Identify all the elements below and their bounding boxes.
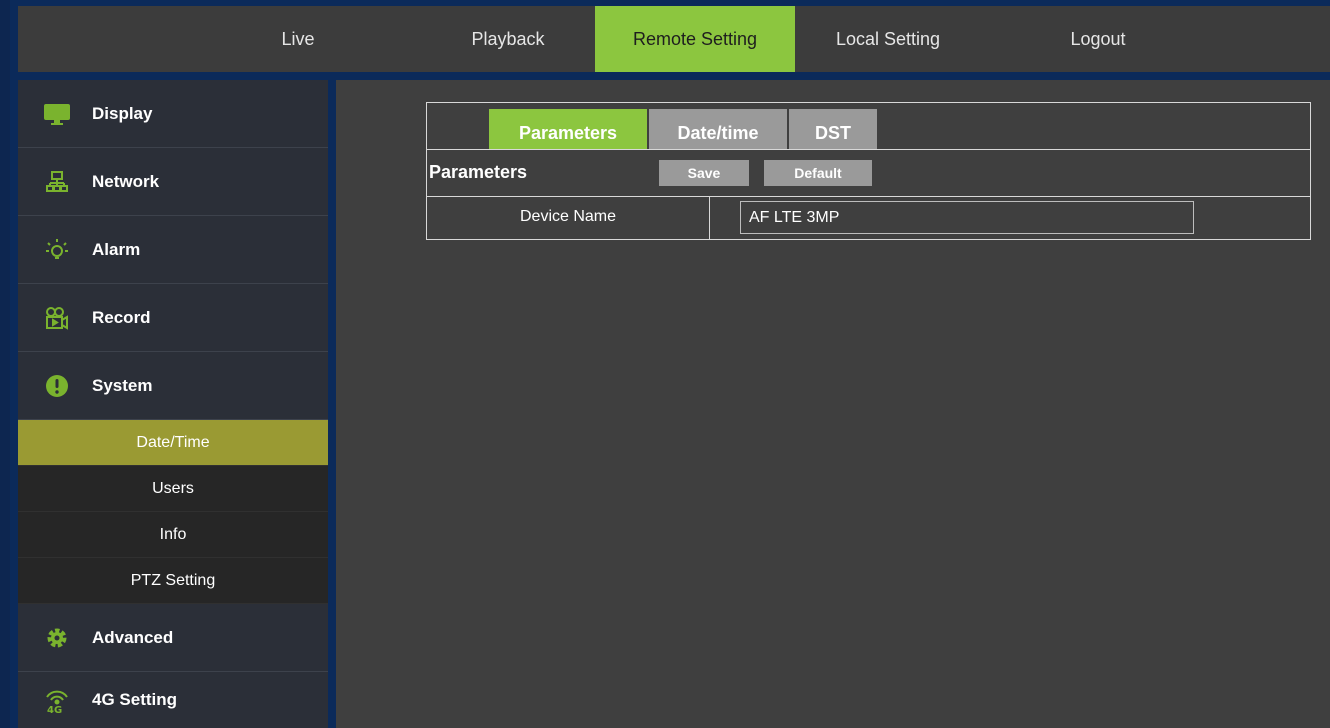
device-name-row: Device Name [427,197,1310,239]
sidebar-item-advanced[interactable]: Advanced [18,604,328,672]
nav-playback[interactable]: Playback [428,6,588,72]
sidebar-item-alarm[interactable]: Alarm [18,216,328,284]
network-icon [42,167,72,197]
nav-remote-setting[interactable]: Remote Setting [595,6,795,72]
svg-text:4G: 4G [47,705,62,714]
section-header: Parameters Save Default [427,150,1310,197]
sidebar-item-label: Advanced [92,627,174,647]
tab-parameters[interactable]: Parameters [489,109,647,149]
exclamation-icon [42,371,72,401]
save-button[interactable]: Save [659,160,749,186]
sidebar-item-4g-setting[interactable]: 4G 4G Setting [18,672,328,728]
sidebar-item-label: Network [92,171,160,191]
monitor-icon [42,99,72,129]
header-divider [18,72,1330,80]
tab-bar: Parameters Date/time DST [427,103,1310,150]
section-title: Parameters [429,162,528,182]
sidebar-item-display[interactable]: Display [18,80,328,148]
tab-dst[interactable]: DST [789,109,877,149]
sidebar-item-label: 4G Setting [92,690,178,709]
main-content: Parameters Date/time DST Parameters Save… [336,80,1330,728]
sidebar-item-record[interactable]: Record [18,284,328,352]
nav-local-setting[interactable]: Local Setting [808,6,968,72]
sidebar-item-network[interactable]: Network [18,148,328,216]
sidebar-item-system[interactable]: System [18,352,328,420]
device-name-label: Device Name [427,197,710,239]
sidebar-subitem-users[interactable]: Users [18,466,328,512]
sidebar-item-label: System [92,375,153,395]
settings-panel: Parameters Date/time DST Parameters Save… [426,102,1311,240]
camera-icon [42,303,72,333]
sidebar-divider [328,80,336,728]
sidebar-subitem-ptz-setting[interactable]: PTZ Setting [18,558,328,604]
device-name-input[interactable] [740,201,1194,234]
gear-icon [42,623,72,653]
sidebar-item-label: Record [92,307,151,327]
default-button[interactable]: Default [764,160,872,186]
sidebar-item-label: Display [92,103,153,123]
sidebar-subitem-info[interactable]: Info [18,512,328,558]
sidebar-item-label: Alarm [92,239,141,259]
4g-signal-icon: 4G [42,685,72,715]
sidebar-subitem-date-time[interactable]: Date/Time [18,420,328,466]
bulb-icon [42,235,72,265]
nav-logout[interactable]: Logout [1028,6,1168,72]
tab-date-time[interactable]: Date/time [649,109,787,149]
top-navigation: Live Playback Remote Setting Local Setti… [18,6,1330,72]
nav-live[interactable]: Live [238,6,358,72]
sidebar: Display Network Alarm Record System Date… [18,80,328,728]
